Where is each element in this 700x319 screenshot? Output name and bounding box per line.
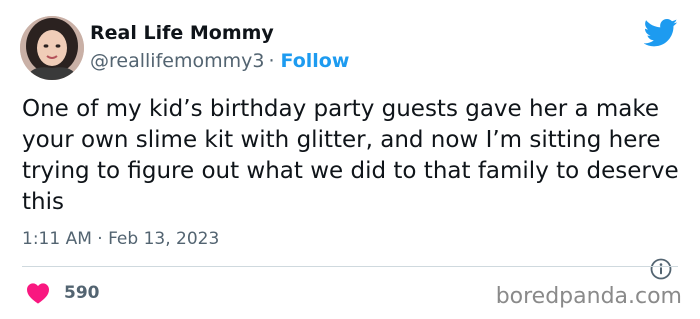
divider <box>22 266 678 267</box>
like-button[interactable]: 590 <box>26 281 100 305</box>
tweet-card: Real Life Mommy @reallifemommy3 · Follow O… <box>0 0 700 319</box>
follow-button[interactable]: Follow <box>280 50 349 72</box>
author-handle[interactable]: @reallifemommy3 <box>90 50 264 72</box>
author-handle-line: @reallifemommy3 · Follow <box>90 50 349 72</box>
info-icon[interactable] <box>650 258 672 280</box>
author-name[interactable]: Real Life Mommy <box>90 22 274 44</box>
tweet-timestamp[interactable]: 1:11 AM · Feb 13, 2023 <box>22 229 219 249</box>
avatar[interactable] <box>20 16 84 80</box>
like-count: 590 <box>64 283 100 303</box>
separator: · <box>268 50 275 72</box>
tweet-text: One of my kid’s birthday party guests ga… <box>22 96 679 215</box>
heart-icon <box>27 283 49 304</box>
twitter-bird-icon[interactable] <box>644 18 678 48</box>
watermark: boredpanda.com <box>495 284 682 309</box>
